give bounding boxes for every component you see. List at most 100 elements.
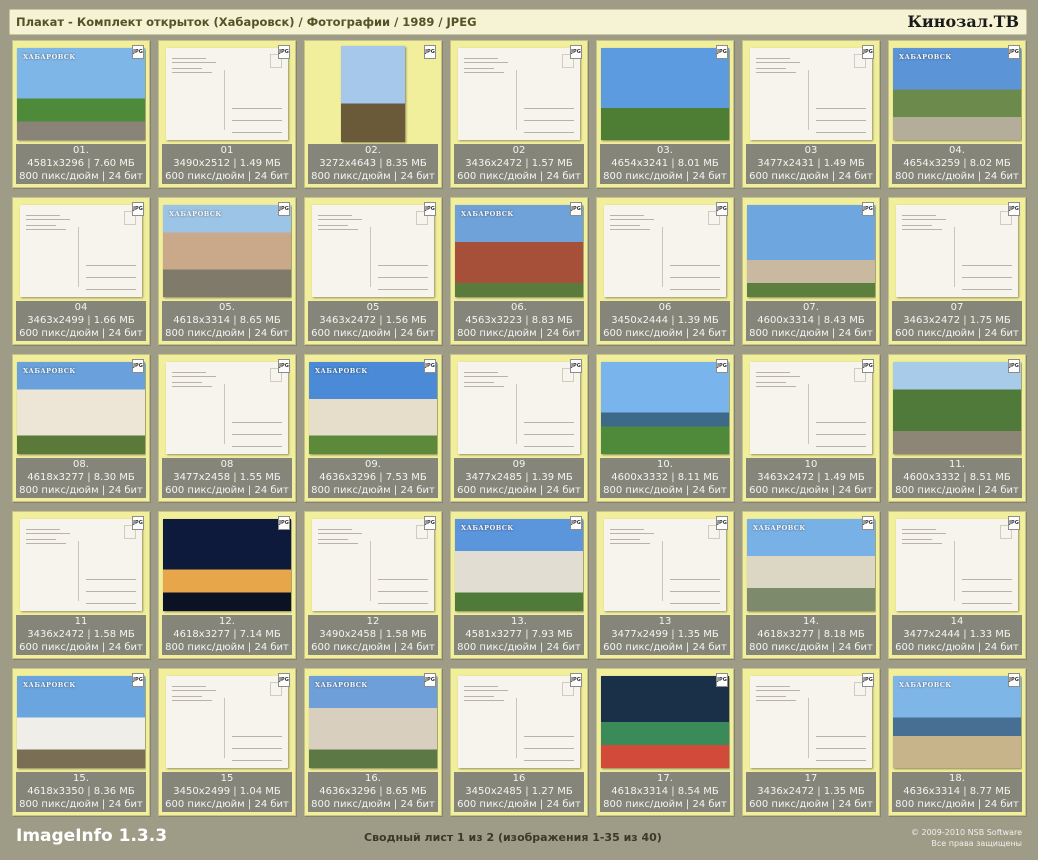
image-resolution: 800 пикс/дюйм | 24 бит xyxy=(165,328,289,339)
jpg-file-icon: JPG xyxy=(278,359,290,373)
thumbnail-tile[interactable]: ХАБАРОВСК JPG 06. 4563x3223 | 8.83 МБ 800 пи… xyxy=(450,197,588,345)
image-number: 11. xyxy=(949,459,965,470)
image-dimensions: 3477x2458 | 1.55 МБ xyxy=(173,472,281,483)
postcard-photo-image: ХАБАРОВСК xyxy=(163,205,291,297)
thumbnail-image-area: ХАБАРОВСК JPG xyxy=(454,201,584,301)
thumbnail-tile[interactable]: JPG 16 3450x2485 | 1.27 МБ 600 пикс/дюйм | … xyxy=(450,668,588,816)
image-info-panel: 01 3490x2512 | 1.49 МБ 600 пикс/дюйм | 24 … xyxy=(162,144,292,184)
thumbnail-tile[interactable]: JPG 08 3477x2458 | 1.55 МБ 600 пикс/дюйм | … xyxy=(158,354,296,502)
thumbnail-tile[interactable]: JPG 05 3463x2472 | 1.56 МБ 600 пикс/дюйм | … xyxy=(304,197,442,345)
image-number: 05 xyxy=(366,302,380,313)
thumbnail-tile[interactable]: JPG 09 3477x2485 | 1.39 МБ 600 пикс/дюйм | … xyxy=(450,354,588,502)
jpg-file-icon: JPG xyxy=(278,673,290,687)
image-info-panel: 16 3450x2485 | 1.27 МБ 600 пикс/дюйм | 24 … xyxy=(454,772,584,812)
thumbnail-tile[interactable]: JPG 06 3450x2444 | 1.39 МБ 600 пикс/дюйм | … xyxy=(596,197,734,345)
thumbnail-tile[interactable]: JPG 02 3436x2472 | 1.57 МБ 600 пикс/дюйм | … xyxy=(450,40,588,188)
thumbnail-tile[interactable]: JPG 12 3490x2458 | 1.58 МБ 600 пикс/дюйм | … xyxy=(304,511,442,659)
thumbnail-tile[interactable]: JPG 17. 4618x3314 | 8.54 МБ 800 пикс/дюйм |… xyxy=(596,668,734,816)
image-info-panel: 05. 4618x3314 | 8.65 МБ 800 пикс/дюйм | 24… xyxy=(162,301,292,341)
title-bar: Плакат - Комплект открыток (Хабаровск) /… xyxy=(9,9,1027,35)
image-dimensions: 3463x2472 | 1.49 МБ xyxy=(757,472,865,483)
thumbnail-tile[interactable]: JPG 13 3477x2499 | 1.35 МБ 600 пикс/дюйм | … xyxy=(596,511,734,659)
thumbnail-tile[interactable]: ХАБАРОВСК JPG 05. 4618x3314 | 8.65 МБ 800 пи… xyxy=(158,197,296,345)
postcard-back-image xyxy=(604,205,726,297)
thumbnail-tile[interactable]: JPG 15 3450x2499 | 1.04 МБ 600 пикс/дюйм | … xyxy=(158,668,296,816)
thumbnail-image-area: JPG xyxy=(746,358,876,458)
jpg-file-icon: JPG xyxy=(570,516,582,530)
thumbnail-tile[interactable]: JPG 14 3477x2444 | 1.33 МБ 600 пикс/дюйм | … xyxy=(888,511,1026,659)
thumbnail-image-area: JPG xyxy=(892,515,1022,615)
image-number: 07. xyxy=(803,302,819,313)
image-info-panel: 04 3463x2499 | 1.66 МБ 600 пикс/дюйм | 24 … xyxy=(16,301,146,341)
thumbnail-tile[interactable]: ХАБАРОВСК JPG 14. 4618x3277 | 8.18 МБ 800 пи… xyxy=(742,511,880,659)
image-info-panel: 15. 4618x3350 | 8.36 МБ 800 пикс/дюйм | 24… xyxy=(16,772,146,812)
thumbnail-tile[interactable]: JPG 17 3436x2472 | 1.35 МБ 600 пикс/дюйм | … xyxy=(742,668,880,816)
thumbnail-tile[interactable]: JPG 11 3436x2472 | 1.58 МБ 600 пикс/дюйм | … xyxy=(12,511,150,659)
image-dimensions: 3272x4643 | 8.35 МБ xyxy=(319,158,427,169)
image-info-panel: 17 3436x2472 | 1.35 МБ 600 пикс/дюйм | 24 … xyxy=(746,772,876,812)
thumbnail-tile[interactable]: JPG 10 3463x2472 | 1.49 МБ 600 пикс/дюйм | … xyxy=(742,354,880,502)
image-dimensions: 4654x3241 | 8.01 МБ xyxy=(611,158,719,169)
image-dimensions: 4581x3296 | 7.60 МБ xyxy=(27,158,135,169)
image-dimensions: 3450x2499 | 1.04 МБ xyxy=(173,786,281,797)
image-resolution: 600 пикс/дюйм | 24 бит xyxy=(895,328,1019,339)
thumbnail-tile[interactable]: ХАБАРОВСК JPG 01. 4581x3296 | 7.60 МБ 800 пи… xyxy=(12,40,150,188)
image-number: 02. xyxy=(365,145,381,156)
image-resolution: 600 пикс/дюйм | 24 бит xyxy=(165,799,289,810)
jpg-file-icon: JPG xyxy=(278,45,290,59)
image-dimensions: 4581x3277 | 7.93 МБ xyxy=(465,629,573,640)
thumbnail-tile[interactable]: ХАБАРОВСК JPG 18. 4636x3314 | 8.77 МБ 800 пи… xyxy=(888,668,1026,816)
image-info-panel: 09. 4636x3296 | 7.53 МБ 800 пикс/дюйм | 24… xyxy=(308,458,438,498)
thumbnail-image-area: JPG xyxy=(454,44,584,144)
image-number: 16. xyxy=(365,773,381,784)
image-number: 12 xyxy=(366,616,380,627)
image-dimensions: 3463x2472 | 1.56 МБ xyxy=(319,315,427,326)
sheet-summary: Сводный лист 1 из 2 (изображения 1-35 из… xyxy=(364,831,662,844)
thumbnail-tile[interactable]: JPG 10. 4600x3332 | 8.11 МБ 800 пикс/дюйм |… xyxy=(596,354,734,502)
thumbnail-tile[interactable]: ХАБАРОВСК JPG 08. 4618x3277 | 8.30 МБ 800 пи… xyxy=(12,354,150,502)
thumbnail-tile[interactable]: ХАБАРОВСК JPG 15. 4618x3350 | 8.36 МБ 800 пи… xyxy=(12,668,150,816)
thumbnail-tile[interactable]: JPG 12. 4618x3277 | 7.14 МБ 800 пикс/дюйм |… xyxy=(158,511,296,659)
image-resolution: 600 пикс/дюйм | 24 бит xyxy=(749,171,873,182)
image-info-panel: 05 3463x2472 | 1.56 МБ 600 пикс/дюйм | 24 … xyxy=(308,301,438,341)
thumbnail-tile[interactable]: JPG 04 3463x2499 | 1.66 МБ 600 пикс/дюйм | … xyxy=(12,197,150,345)
thumbnail-image-area: ХАБАРОВСК JPG xyxy=(308,358,438,458)
image-number: 09. xyxy=(365,459,381,470)
thumbnail-tile[interactable]: JPG 07. 4600x3314 | 8.43 МБ 800 пикс/дюйм |… xyxy=(742,197,880,345)
jpg-file-icon: JPG xyxy=(424,359,436,373)
image-resolution: 600 пикс/дюйм | 24 бит xyxy=(603,642,727,653)
thumbnail-tile[interactable]: ХАБАРОВСК JPG 13. 4581x3277 | 7.93 МБ 800 пи… xyxy=(450,511,588,659)
postcard-photo-image: ХАБАРОВСК xyxy=(309,362,437,454)
thumbnail-tile[interactable]: JPG 01 3490x2512 | 1.49 МБ 600 пикс/дюйм | … xyxy=(158,40,296,188)
postcard-photo-image xyxy=(163,519,291,611)
thumbnail-image-area: JPG xyxy=(162,358,292,458)
jpg-file-icon: JPG xyxy=(1008,359,1020,373)
postcard-photo-image: ХАБАРОВСК xyxy=(747,519,875,611)
copyright-block: © 2009-2010 NSB Software Все права защищ… xyxy=(911,827,1022,849)
thumbnail-tile[interactable]: JPG 03 3477x2431 | 1.49 МБ 600 пикс/дюйм | … xyxy=(742,40,880,188)
thumbnail-image-area: JPG xyxy=(162,515,292,615)
thumbnail-tile[interactable]: ХАБАРОВСК JPG 16. 4636x3296 | 8.65 МБ 800 пи… xyxy=(304,668,442,816)
image-resolution: 600 пикс/дюйм | 24 бит xyxy=(749,799,873,810)
image-resolution: 600 пикс/дюйм | 24 бит xyxy=(603,328,727,339)
postcard-back-image xyxy=(20,205,142,297)
thumbnail-tile[interactable]: ХАБАРОВСК JPG 04. 4654x3259 | 8.02 МБ 800 пи… xyxy=(888,40,1026,188)
thumbnail-image-area: JPG xyxy=(16,515,146,615)
jpg-file-icon: JPG xyxy=(424,516,436,530)
image-resolution: 600 пикс/дюйм | 24 бит xyxy=(895,642,1019,653)
postcard-photo-image xyxy=(747,205,875,297)
thumbnail-image-area: ХАБАРОВСК JPG xyxy=(892,44,1022,144)
rights-text: Все права защищены xyxy=(931,839,1022,848)
image-resolution: 600 пикс/дюйм | 24 бит xyxy=(457,171,581,182)
thumbnail-tile[interactable]: JPG 07 3463x2472 | 1.75 МБ 600 пикс/дюйм | … xyxy=(888,197,1026,345)
image-resolution: 600 пикс/дюйм | 24 бит xyxy=(19,328,143,339)
thumbnail-tile[interactable]: JPG 03. 4654x3241 | 8.01 МБ 800 пикс/дюйм |… xyxy=(596,40,734,188)
jpg-file-icon: JPG xyxy=(1008,673,1020,687)
thumbnail-tile[interactable]: JPG 11. 4600x3332 | 8.51 МБ 800 пикс/дюйм |… xyxy=(888,354,1026,502)
thumbnail-image-area: JPG xyxy=(162,44,292,144)
image-dimensions: 4636x3296 | 8.65 МБ xyxy=(319,786,427,797)
image-info-panel: 07. 4600x3314 | 8.43 МБ 800 пикс/дюйм | 24… xyxy=(746,301,876,341)
thumbnail-tile[interactable]: ХАБАРОВСК JPG 09. 4636x3296 | 7.53 МБ 800 пи… xyxy=(304,354,442,502)
image-info-panel: 09 3477x2485 | 1.39 МБ 600 пикс/дюйм | 24 … xyxy=(454,458,584,498)
thumbnail-tile[interactable]: JPG 02. 3272x4643 | 8.35 МБ 800 пикс/дюйм |… xyxy=(304,40,442,188)
